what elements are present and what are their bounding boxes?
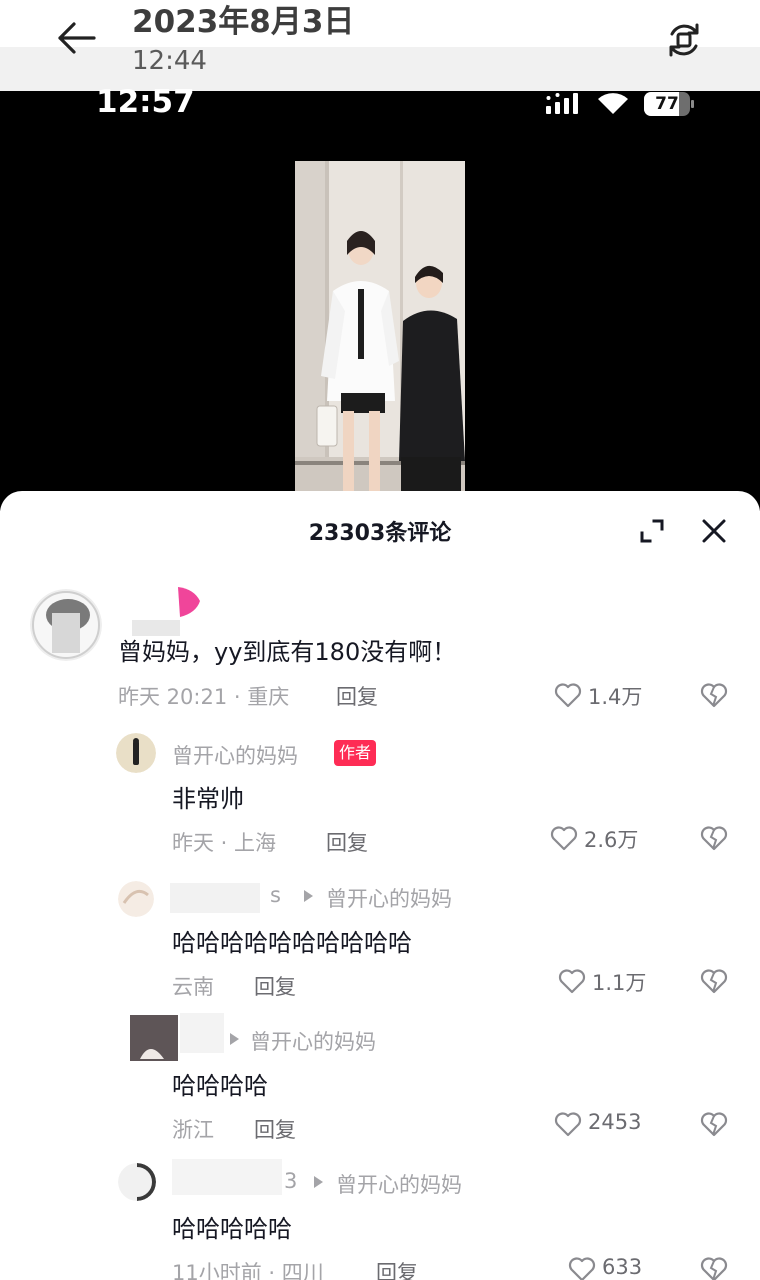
wifi-icon	[598, 93, 628, 114]
username-blurred[interactable]	[172, 1159, 282, 1195]
reply-button[interactable]: 回复	[336, 681, 378, 711]
battery-indicator: 77	[644, 92, 694, 116]
dislike-broken-heart-icon[interactable]	[700, 682, 728, 708]
comment-text: 哈哈哈哈	[172, 1072, 268, 1100]
reply-to-name[interactable]: 曾开心的妈妈	[250, 1026, 376, 1056]
expand-icon[interactable]	[638, 517, 666, 545]
cellular-signal-icon	[546, 93, 578, 114]
like-heart-icon[interactable]	[554, 1111, 582, 1137]
rotate-icon[interactable]	[664, 20, 704, 60]
reply-button[interactable]: 回复	[254, 1114, 296, 1144]
comment-meta: 11小时前 · 四川	[172, 1261, 324, 1280]
status-time: 12:57	[96, 84, 195, 120]
reply-to-name[interactable]: 曾开心的妈妈	[336, 1169, 462, 1199]
viewer-date: 2023年8月3日	[132, 4, 355, 40]
author-name[interactable]: 曾开心的妈妈	[172, 740, 298, 770]
comment-text: 曾妈妈，yy到底有180没有啊！	[118, 638, 457, 666]
comment-meta: 昨天 20:21 · 重庆	[118, 685, 290, 709]
battery-body: 77	[644, 92, 690, 116]
like-count: 1.4万	[588, 685, 643, 709]
comment-sheet: 23303条评论 曾妈妈，yy到底有180没有啊！ 昨天 20:21 · 重庆 …	[0, 491, 760, 1280]
avatar[interactable]	[116, 733, 156, 773]
username-blurred[interactable]	[180, 1013, 224, 1053]
like-heart-icon[interactable]	[550, 825, 578, 851]
battery-percent: 77	[655, 94, 679, 114]
dislike-broken-heart-icon[interactable]	[700, 1256, 728, 1280]
back-arrow-icon[interactable]	[52, 16, 100, 60]
dislike-broken-heart-icon[interactable]	[700, 1111, 728, 1137]
reply-arrow-icon	[304, 890, 313, 902]
sticker-icon	[178, 587, 200, 617]
avatar[interactable]	[118, 1163, 156, 1201]
viewer-time: 12:44	[132, 46, 207, 76]
comment-meta: 云南	[172, 975, 214, 999]
avatar[interactable]	[118, 881, 154, 917]
like-count: 633	[602, 1255, 643, 1279]
like-count: 1.1万	[592, 971, 647, 995]
comment-text: 哈哈哈哈哈哈哈哈哈哈	[172, 929, 412, 957]
avatar[interactable]	[130, 1015, 178, 1061]
like-heart-icon[interactable]	[558, 968, 586, 994]
reply-arrow-icon	[230, 1033, 239, 1045]
dislike-broken-heart-icon[interactable]	[700, 825, 728, 851]
reply-button[interactable]: 回复	[376, 1257, 418, 1280]
comment-text: 哈哈哈哈哈	[172, 1215, 292, 1243]
comment-meta: 浙江	[172, 1118, 214, 1142]
like-heart-icon[interactable]	[568, 1256, 596, 1280]
avatar[interactable]	[30, 589, 102, 661]
viewer-header: 2023年8月3日 12:44	[0, 0, 760, 91]
username-suffix: s	[270, 883, 281, 907]
reply-button[interactable]: 回复	[254, 971, 296, 1001]
comment-text: 非常帅	[172, 785, 244, 813]
close-icon[interactable]	[700, 517, 728, 545]
dislike-broken-heart-icon[interactable]	[700, 968, 728, 994]
comment-meta: 昨天 · 上海	[172, 831, 277, 855]
battery-cap	[691, 100, 694, 108]
author-badge: 作者	[334, 740, 377, 766]
username-suffix: 3	[284, 1169, 298, 1193]
reply-to-name[interactable]: 曾开心的妈妈	[326, 883, 452, 913]
video-thumbnail[interactable]	[295, 161, 465, 501]
like-count: 2.6万	[584, 828, 639, 852]
username-blurred[interactable]	[170, 883, 260, 913]
like-heart-icon[interactable]	[554, 682, 582, 708]
reply-arrow-icon	[314, 1176, 323, 1188]
reply-button[interactable]: 回复	[326, 827, 368, 857]
like-count: 2453	[588, 1110, 642, 1134]
